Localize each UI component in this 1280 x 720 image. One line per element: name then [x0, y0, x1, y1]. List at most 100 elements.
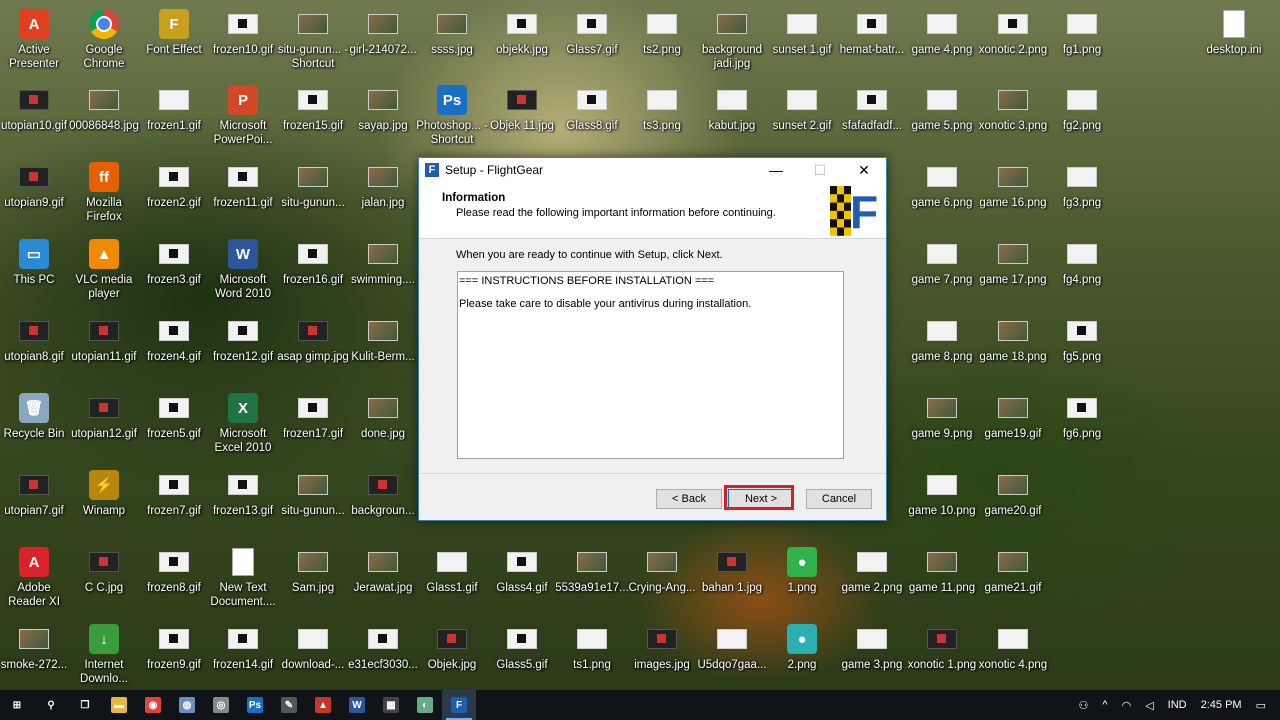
app-icon-1[interactable]: ◍ — [170, 690, 204, 720]
desktop-icon[interactable]: fg6.png — [1045, 392, 1119, 441]
desktop-icon[interactable]: fg1.png — [1045, 8, 1119, 57]
desktop-icon[interactable]: Glass1.gif — [415, 546, 489, 595]
desktop-icon[interactable]: e31ecf3030... — [346, 623, 420, 672]
desktop-icon[interactable]: game 2.png — [835, 546, 909, 595]
desktop-icon[interactable]: jalan.jpg — [346, 161, 420, 210]
desktop-icon[interactable]: utopian12.gif — [67, 392, 141, 441]
flightgear-icon[interactable]: F — [442, 690, 476, 720]
desktop-icon[interactable]: Jerawat.jpg — [346, 546, 420, 595]
desktop-icon[interactable]: game 6.png — [905, 161, 979, 210]
desktop-icon[interactable]: frozen1.gif — [137, 84, 211, 133]
search-icon[interactable]: ⚲ — [34, 690, 68, 720]
cancel-button[interactable]: Cancel — [806, 489, 872, 509]
desktop-icon[interactable]: game 3.png — [835, 623, 909, 672]
start-button[interactable]: ⊞ — [0, 690, 34, 720]
language-indicator[interactable]: IND — [1168, 699, 1187, 711]
app-icon-2[interactable]: ◎ — [204, 690, 238, 720]
photoshop-icon[interactable]: Ps — [238, 690, 272, 720]
desktop-icon[interactable]: ▲ VLC media player — [67, 238, 141, 301]
desktop-icon[interactable]: 00086848.jpg — [67, 84, 141, 133]
desktop-icon[interactable]: background jadi.jpg — [695, 8, 769, 71]
desktop-icon[interactable]: game 16.png — [976, 161, 1050, 210]
desktop-icon[interactable]: Glass7.gif — [555, 8, 629, 57]
desktop-icon[interactable]: X Microsoft Excel 2010 — [206, 392, 280, 455]
desktop-icon[interactable]: P Microsoft PowerPoi... — [206, 84, 280, 147]
people-icon[interactable]: ⚇ — [1079, 699, 1089, 712]
desktop-icon[interactable]: xonotic 1.png — [905, 623, 979, 672]
desktop-icon[interactable]: sfafadfadf... — [835, 84, 909, 133]
desktop-icon[interactable]: frozen9.gif — [137, 623, 211, 672]
desktop-icon[interactable]: utopian9.gif — [0, 161, 71, 210]
desktop-icon[interactable]: sunset 2.gif — [765, 84, 839, 133]
desktop-icon[interactable]: download-... — [276, 623, 350, 672]
desktop-icon[interactable]: sayap.jpg — [346, 84, 420, 133]
desktop-icon[interactable]: frozen5.gif — [137, 392, 211, 441]
desktop-icon[interactable]: ⚡ Winamp — [67, 469, 141, 518]
app-icon-3[interactable]: ✎ — [272, 690, 306, 720]
desktop-icon[interactable]: hemat-batr... — [835, 8, 909, 57]
desktop-icon[interactable]: game 10.png — [905, 469, 979, 518]
desktop-icon[interactable]: F Font Effect — [137, 8, 211, 57]
desktop-icon[interactable]: xonotic 4.png — [976, 623, 1050, 672]
desktop-icon[interactable]: game 5.png — [905, 84, 979, 133]
desktop-icon[interactable]: frozen7.gif — [137, 469, 211, 518]
minimize-button[interactable]: — — [754, 158, 798, 182]
desktop-icon[interactable]: Glass8.gif — [555, 84, 629, 133]
desktop-icon[interactable]: fg5.png — [1045, 315, 1119, 364]
desktop-icon[interactable]: situ-gunun... — [276, 161, 350, 210]
desktop-icon[interactable]: 🗑 Recycle Bin — [0, 392, 71, 441]
desktop-icon[interactable]: asap gimp.jpg — [276, 315, 350, 364]
desktop-icon[interactable]: swimming.... — [346, 238, 420, 287]
desktop-icon[interactable]: game19.gif — [976, 392, 1050, 441]
desktop-icon[interactable]: utopian10.gif — [0, 84, 71, 133]
desktop-icon[interactable]: frozen17.gif — [276, 392, 350, 441]
desktop-icon[interactable]: ssss.jpg — [415, 8, 489, 57]
information-memo[interactable]: === INSTRUCTIONS BEFORE INSTALLATION ===… — [457, 271, 844, 459]
chrome-icon[interactable]: ◉ — [136, 690, 170, 720]
desktop-icon[interactable]: W Microsoft Word 2010 — [206, 238, 280, 301]
back-button[interactable]: < Back — [656, 489, 722, 509]
clock[interactable]: 2:45 PM — [1201, 699, 1242, 711]
desktop-icon[interactable]: xonotic 2.png — [976, 8, 1050, 57]
desktop-icon[interactable]: game 9.png — [905, 392, 979, 441]
desktop-icon[interactable]: Kulit-Berm... — [346, 315, 420, 364]
desktop-icon[interactable]: A Adobe Reader XI — [0, 546, 71, 609]
desktop-icon[interactable]: ts2.png — [625, 8, 699, 57]
desktop-icon[interactable]: kabut.jpg — [695, 84, 769, 133]
desktop-icon[interactable]: frozen4.gif — [137, 315, 211, 364]
desktop-icon[interactable]: frozen16.gif — [276, 238, 350, 287]
desktop-icon[interactable]: objekk.jpg — [485, 8, 559, 57]
desktop-icon[interactable]: ● 2.png — [765, 623, 839, 672]
desktop-icon[interactable]: Glass4.gif — [485, 546, 559, 595]
desktop-icon[interactable]: game21.gif — [976, 546, 1050, 595]
desktop-icon[interactable]: xonotic 3.png — [976, 84, 1050, 133]
desktop-icon[interactable]: Objek 11.jpg — [485, 84, 559, 133]
desktop-icon[interactable]: utopian8.gif — [0, 315, 71, 364]
desktop-icon[interactable]: 5539a91e17... — [555, 546, 629, 595]
desktop-icon[interactable]: game 7.png — [905, 238, 979, 287]
close-button[interactable]: ✕ — [842, 158, 886, 182]
desktop-icon[interactable]: frozen14.gif — [206, 623, 280, 672]
next-button[interactable]: Next > — [728, 489, 794, 509]
network-icon[interactable]: ◠ — [1122, 699, 1132, 712]
desktop-icon[interactable]: frozen15.gif — [276, 84, 350, 133]
desktop-icon[interactable]: Glass5.gif — [485, 623, 559, 672]
desktop-icon[interactable]: frozen13.gif — [206, 469, 280, 518]
desktop-icon[interactable]: frozen12.gif — [206, 315, 280, 364]
desktop-icon[interactable]: sunset 1.gif — [765, 8, 839, 57]
desktop-icon[interactable]: girl-214072... — [346, 8, 420, 57]
desktop-icon[interactable]: situ-gunun... — [276, 469, 350, 518]
desktop-icon[interactable]: fg2.png — [1045, 84, 1119, 133]
desktop-icon[interactable]: frozen3.gif — [137, 238, 211, 287]
desktop-icon[interactable]: game 8.png — [905, 315, 979, 364]
desktop-icon[interactable]: fg4.png — [1045, 238, 1119, 287]
app-icon-5[interactable]: ◐ — [408, 690, 442, 720]
desktop-icon[interactable]: ▭ This PC — [0, 238, 71, 287]
desktop-icon[interactable]: ff Mozilla Firefox — [67, 161, 141, 224]
desktop-icon[interactable]: frozen11.gif — [206, 161, 280, 210]
desktop-icon[interactable]: game 11.png — [905, 546, 979, 595]
desktop-icon[interactable]: backgroun... — [346, 469, 420, 518]
show-hidden-icons[interactable]: ^ — [1102, 699, 1107, 711]
desktop-icon[interactable]: smoke-272... — [0, 623, 71, 672]
desktop-icon[interactable]: frozen8.gif — [137, 546, 211, 595]
